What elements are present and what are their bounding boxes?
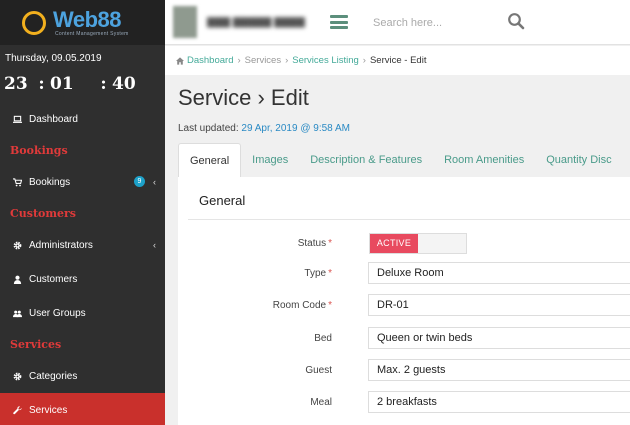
sidebar-item-customers[interactable]: Customers bbox=[0, 262, 165, 296]
status-label: Status bbox=[297, 237, 327, 249]
sidebar-item-user-groups[interactable]: User Groups bbox=[0, 296, 165, 330]
breadcrumb-services-listing[interactable]: Services Listing bbox=[292, 55, 359, 66]
clock: 23 : 01 : 40 bbox=[0, 66, 165, 102]
chevron-left-icon: ‹ bbox=[153, 240, 156, 250]
sidebar-item-label: Categories bbox=[29, 370, 78, 382]
breadcrumb: Dashboard › Services › Services Listing … bbox=[165, 46, 630, 75]
sidebar-item-bookings[interactable]: Bookings 9 ‹ bbox=[0, 165, 165, 199]
breadcrumb-separator: › bbox=[237, 55, 241, 66]
hotel-name-blurred: ▇▇▇ ▇▇▇▇▇ ▇▇▇▇ bbox=[207, 16, 305, 28]
sidebar-item-dashboard[interactable]: Dashboard bbox=[0, 102, 165, 136]
tab-quantity-discount[interactable]: Quantity Disc bbox=[535, 143, 622, 177]
sidebar-section-services: Services bbox=[10, 338, 62, 351]
form-row-guest: Guest Max. 2 guests bbox=[178, 359, 630, 381]
last-updated: Last updated: 29 Apr, 2019 @ 9:58 AM bbox=[178, 123, 350, 134]
logo-name: Web88 bbox=[53, 6, 122, 32]
gear-icon bbox=[11, 240, 24, 250]
search-icon[interactable] bbox=[507, 12, 525, 30]
last-updated-value: 29 Apr, 2019 @ 9:58 AM bbox=[241, 123, 350, 134]
breadcrumb-separator: › bbox=[285, 55, 289, 66]
status-toggle[interactable]: ACTIVE bbox=[369, 232, 467, 254]
type-label: Type bbox=[304, 267, 327, 279]
sidebar-item-label: Administrators bbox=[29, 239, 93, 251]
sidebar-item-label: Services bbox=[29, 404, 68, 416]
cart-icon bbox=[11, 177, 24, 187]
topbar: ▇▇▇ ▇▇▇▇▇ ▇▇▇▇ bbox=[165, 0, 630, 45]
required-marker: * bbox=[328, 237, 332, 249]
hotel-brand[interactable]: ▇▇▇ ▇▇▇▇▇ ▇▇▇▇ bbox=[165, 0, 355, 45]
bed-field[interactable]: Queen or twin beds bbox=[368, 327, 630, 349]
main-content: Service › Edit Last updated: 29 Apr, 201… bbox=[165, 75, 630, 425]
status-row: Status * ACTIVE bbox=[178, 232, 630, 254]
sidebar-item-services[interactable]: Services bbox=[0, 393, 165, 425]
sidebar-item-administrators[interactable]: Administrators ‹ bbox=[0, 228, 165, 262]
users-icon bbox=[11, 308, 24, 318]
clock-hours: 23 bbox=[4, 74, 28, 94]
clock-minutes: 01 bbox=[50, 74, 74, 94]
clock-seconds: 40 bbox=[112, 74, 136, 94]
hotel-thumbnail bbox=[173, 6, 197, 38]
breadcrumb-dashboard[interactable]: Dashboard bbox=[187, 55, 233, 66]
form-row-type: Type * Deluxe Room bbox=[178, 262, 630, 284]
type-field[interactable]: Deluxe Room bbox=[368, 262, 630, 284]
chevron-left-icon: ‹ bbox=[153, 177, 156, 187]
sidebar-item-label: User Groups bbox=[29, 307, 86, 319]
bookings-count-badge: 9 bbox=[134, 176, 145, 187]
sidebar-item-categories[interactable]: Categories bbox=[0, 359, 165, 393]
status-toggle-value: ACTIVE bbox=[370, 233, 418, 253]
tab-description-features[interactable]: Description & Features bbox=[299, 143, 433, 177]
guest-field[interactable]: Max. 2 guests bbox=[368, 359, 630, 381]
room-code-field[interactable]: DR-01 bbox=[368, 294, 630, 316]
wrench-icon bbox=[11, 405, 24, 415]
logo[interactable]: Web88 Content Management System bbox=[0, 0, 165, 45]
sidebar-section-customers: Customers bbox=[10, 207, 76, 220]
sidebar-nav: Dashboard Bookings Bookings 9 ‹ Customer… bbox=[0, 102, 165, 425]
sidebar: Web88 Content Management System Thursday… bbox=[0, 0, 165, 425]
page-title: Service › Edit bbox=[178, 85, 309, 110]
required-marker: * bbox=[328, 267, 332, 279]
clock-separator: : bbox=[100, 74, 107, 94]
tab-bar: General Images Description & Features Ro… bbox=[178, 143, 630, 177]
search-input[interactable] bbox=[373, 16, 503, 29]
menu-toggle-icon[interactable] bbox=[330, 15, 348, 29]
tab-room-amenities[interactable]: Room Amenities bbox=[433, 143, 535, 177]
form-row-meal: Meal 2 breakfasts bbox=[178, 391, 630, 413]
user-icon bbox=[11, 274, 24, 284]
breadcrumb-separator: › bbox=[362, 55, 366, 66]
panel-heading: General bbox=[188, 185, 630, 220]
sidebar-item-label: Dashboard bbox=[29, 113, 78, 125]
clock-separator: : bbox=[38, 74, 45, 94]
home-icon bbox=[176, 56, 184, 65]
logo-tagline: Content Management System bbox=[55, 30, 129, 37]
tab-general[interactable]: General bbox=[178, 143, 242, 177]
room-code-label: Room Code bbox=[272, 299, 327, 311]
sidebar-item-label: Customers bbox=[29, 273, 78, 285]
sidebar-item-label: Bookings bbox=[29, 176, 71, 188]
last-updated-label: Last updated: bbox=[178, 123, 239, 134]
meal-field[interactable]: 2 breakfasts bbox=[368, 391, 630, 413]
required-marker: * bbox=[328, 299, 332, 311]
sidebar-section-bookings: Bookings bbox=[10, 144, 68, 157]
tab-images[interactable]: Images bbox=[241, 143, 299, 177]
logo-ring-icon bbox=[22, 10, 46, 35]
gear-icon bbox=[11, 371, 24, 381]
guest-label: Guest bbox=[305, 364, 332, 376]
form-row-room-code: Room Code * DR-01 bbox=[178, 294, 630, 316]
form-row-bed: Bed Queen or twin beds bbox=[178, 327, 630, 349]
meal-label: Meal bbox=[310, 396, 332, 408]
bed-label: Bed bbox=[314, 332, 332, 344]
general-panel: General Status * ACTIVE Type * Deluxe Room… bbox=[178, 177, 630, 425]
current-date: Thursday, 09.05.2019 bbox=[5, 53, 102, 64]
breadcrumb-current: Service - Edit bbox=[369, 55, 427, 66]
breadcrumb-services[interactable]: Services bbox=[245, 55, 281, 66]
laptop-icon bbox=[11, 114, 24, 124]
app: Web88 Content Management System Thursday… bbox=[0, 0, 630, 425]
